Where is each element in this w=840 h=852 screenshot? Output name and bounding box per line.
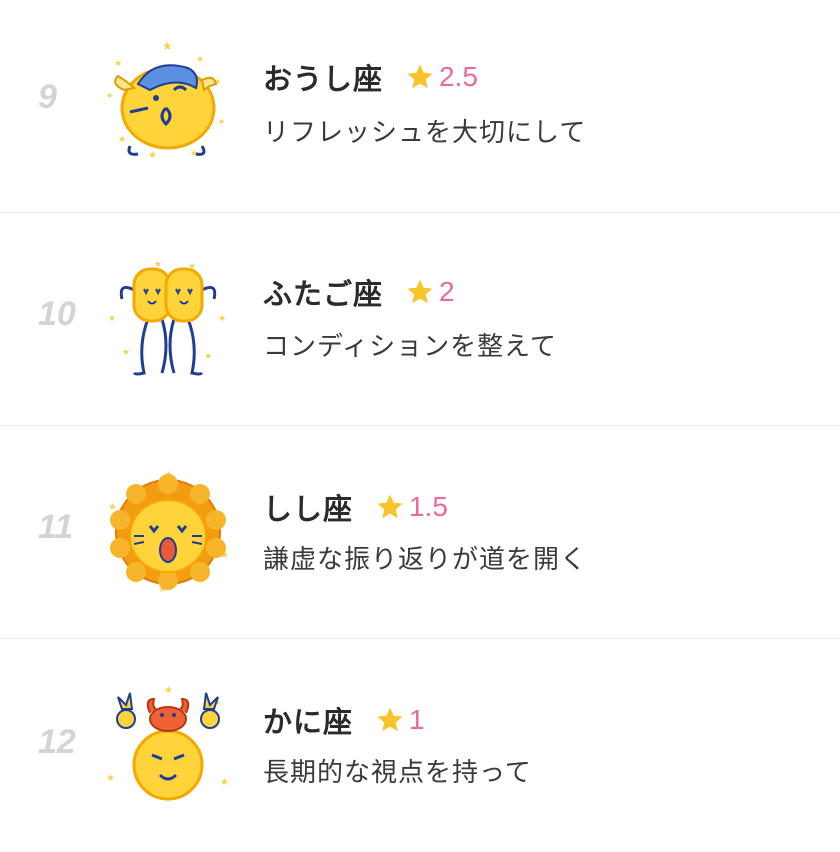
svg-text:★: ★ xyxy=(114,59,122,69)
svg-text:★: ★ xyxy=(218,117,225,126)
svg-text:★: ★ xyxy=(106,91,113,100)
gemini-character-icon: ★ ★ ★ ★ ★ ★ xyxy=(104,255,232,379)
fortune-score: 2.5 xyxy=(439,61,478,92)
fortune-message: リフレッシュを大切にして xyxy=(263,118,587,148)
horoscope-ranking-list: 9 ★ ★ ★ ★ ★ ★ ★ ★ ★ おうし座 2.5 リフレッシュを大切にし… xyxy=(0,0,840,852)
zodiac-sign-name: ふたご座 xyxy=(263,277,384,311)
title-line: しし座 1.5 xyxy=(263,486,448,528)
svg-text:★: ★ xyxy=(118,135,126,145)
fortune-score: 2 xyxy=(439,276,455,307)
fortune-score: 1.5 xyxy=(409,491,448,522)
svg-text:★: ★ xyxy=(108,314,116,324)
title-line: かに座 1 xyxy=(263,699,425,741)
cancer-character-icon: ★ ★ ★ ★ xyxy=(104,685,232,809)
ranking-row-taurus[interactable]: 9 ★ ★ ★ ★ ★ ★ ★ ★ ★ おうし座 2.5 リフレッシュを大切にし… xyxy=(0,0,840,213)
star-icon xyxy=(377,707,403,732)
fortune-message: コンディションを整えて xyxy=(263,332,557,362)
svg-text:★: ★ xyxy=(164,685,173,696)
zodiac-sign-name: かに座 xyxy=(263,705,354,739)
ranking-row-leo[interactable]: 11 ★★ ★★ xyxy=(0,426,840,639)
ranking-row-gemini[interactable]: 10 ★ ★ ★ ★ ★ ★ ふたご座 2 コンディションを整えて xyxy=(0,213,840,426)
title-line: ふたご座 2 xyxy=(263,271,455,313)
star-icon xyxy=(377,494,403,519)
fortune-message: 長期的な視点を持って xyxy=(263,758,532,788)
zodiac-sign-name: おうし座 xyxy=(263,62,384,96)
svg-text:★: ★ xyxy=(148,150,157,161)
taurus-character-icon: ★ ★ ★ ★ ★ ★ ★ ★ ★ xyxy=(104,38,232,162)
svg-text:★: ★ xyxy=(220,777,229,788)
leo-character-icon: ★★ ★★ xyxy=(104,470,232,594)
fortune-message: 謙虚な振り返りが道を開く xyxy=(263,545,588,575)
svg-text:★: ★ xyxy=(162,39,173,53)
svg-text:★: ★ xyxy=(106,773,115,784)
rank-number: 12 xyxy=(38,723,76,761)
title-line: おうし座 2.5 xyxy=(263,56,478,98)
fortune-score: 1 xyxy=(409,704,425,735)
rank-number: 10 xyxy=(38,295,76,333)
svg-text:★: ★ xyxy=(122,348,130,358)
ranking-row-cancer[interactable]: 12 ★ ★ ★ ★ かに座 1 長期的な視点を持って xyxy=(0,639,840,852)
star-icon xyxy=(407,279,433,304)
svg-text:★: ★ xyxy=(196,55,204,65)
svg-text:★: ★ xyxy=(218,314,226,324)
svg-text:★: ★ xyxy=(204,352,212,362)
zodiac-sign-name: しし座 xyxy=(263,492,354,526)
star-icon xyxy=(407,64,433,89)
rank-number: 11 xyxy=(38,508,74,546)
rank-number: 9 xyxy=(38,78,57,116)
